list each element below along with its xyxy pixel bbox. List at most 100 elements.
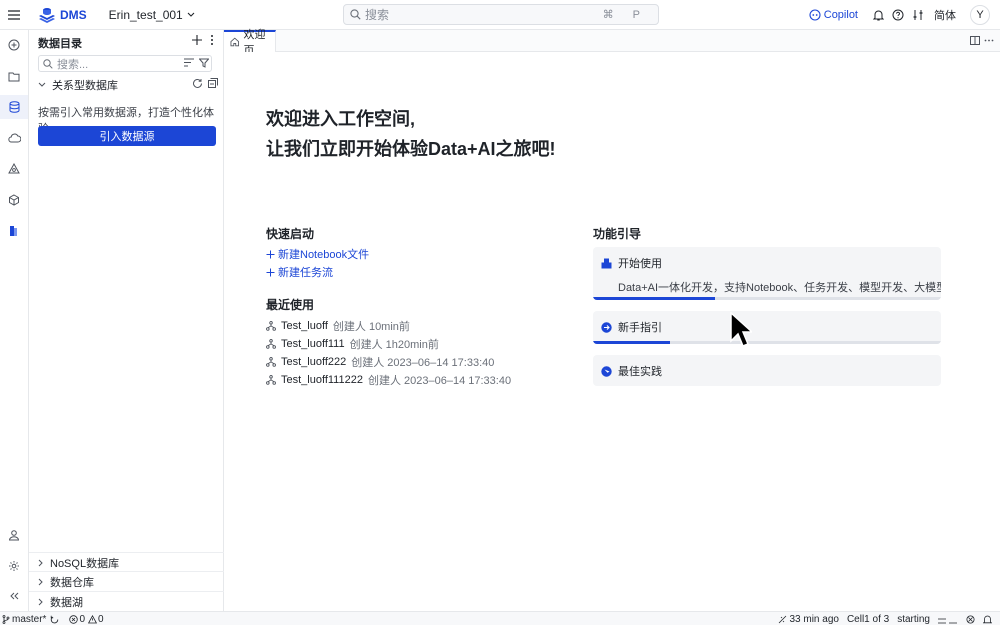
gear-icon[interactable] (0, 554, 28, 578)
welcome-line-1: 欢迎进入工作空间, (266, 109, 416, 129)
section-warehouse[interactable]: 数据仓库 (29, 571, 224, 591)
settings-sliders-icon[interactable] (908, 0, 928, 30)
folder-icon[interactable] (0, 64, 28, 88)
guide-card-header: 新手指引 (601, 319, 662, 335)
git-branch[interactable]: master* (2, 614, 46, 625)
layout-icon[interactable] (938, 615, 958, 624)
new-notebook-link[interactable]: 新建Notebook文件 (266, 246, 369, 262)
section-nosql[interactable]: NoSQL数据库 (29, 552, 224, 572)
filter-icon[interactable] (199, 58, 209, 68)
guide-title: 功能引导 (593, 227, 642, 241)
notifications-icon[interactable] (983, 615, 992, 624)
plus-icon (266, 268, 275, 276)
tree-item-relational[interactable]: 关系型数据库 (38, 77, 118, 93)
global-search-input[interactable]: 搜索 ⌘ P (343, 4, 659, 25)
workflow-icon (266, 375, 276, 385)
recent-name: Test_luoff222 (281, 356, 347, 368)
warning-count: 0 (98, 613, 104, 625)
sort-list-icon[interactable] (184, 58, 194, 67)
recent-item[interactable]: Test_luoff222 创建人 2023–06–14 17:33:40 (266, 354, 494, 370)
guide-card-title: 开始使用 (618, 258, 662, 270)
error-count: 0 (79, 613, 86, 625)
recent-title: 最近使用 (266, 298, 315, 312)
split-editor-icon[interactable] (970, 36, 980, 45)
section-label: 数据仓库 (50, 576, 94, 589)
copilot-icon (809, 9, 821, 21)
recent-item[interactable]: Test_luoff111222 创建人 2023–06–14 17:33:40 (266, 372, 511, 388)
recent-item[interactable]: Test_luoff 创建人 10min前 (266, 318, 410, 334)
menu-icon[interactable] (0, 0, 28, 30)
dms-logo-icon (39, 7, 55, 23)
recent-name: Test_luoff (281, 320, 328, 332)
guide-progress-bar (593, 297, 941, 300)
plus-icon (266, 250, 275, 258)
workflow-icon (266, 321, 276, 331)
search-shortcut: ⌘ P (602, 9, 648, 21)
guide-card-title: 新手指引 (618, 322, 662, 334)
activity-bar (0, 30, 29, 611)
warning-icon (88, 614, 98, 623)
guide-progress-fill (593, 297, 715, 300)
tab-welcome[interactable]: 欢迎页 (224, 29, 276, 57)
chevron-right-icon (38, 559, 43, 566)
commit-time-text: 33 min ago (789, 613, 839, 625)
kernel-state[interactable]: starting (897, 614, 930, 625)
guide-card-title: 最佳实践 (618, 366, 662, 378)
guide-card-best-practice[interactable]: 最佳实践 (593, 355, 941, 386)
home-icon (230, 37, 240, 47)
copilot-label: Copilot (823, 9, 858, 21)
collapse-sidebar-icon[interactable] (0, 584, 28, 608)
error-icon (69, 614, 79, 624)
cell-position[interactable]: Cell1 of 3 (847, 614, 889, 625)
workflow-icon (266, 357, 276, 367)
arrow-circle-right-icon (601, 321, 612, 333)
chevron-right-icon (38, 578, 43, 585)
chevron-down-icon (38, 82, 46, 87)
guide-card-desc: Data+AI一体化开发，支持Notebook、任务开发、模型开发、大模型应用开… (618, 282, 941, 294)
extensions-icon[interactable] (966, 615, 975, 624)
cube-icon[interactable] (0, 188, 28, 212)
user-avatar[interactable]: Y (970, 5, 990, 25)
bookmark-icon[interactable] (0, 219, 28, 243)
section-label: 数据湖 (50, 596, 83, 609)
catalog-search-placeholder: 搜索... (57, 58, 89, 71)
more-horizontal-icon[interactable] (984, 36, 994, 45)
sync-icon[interactable] (50, 615, 59, 624)
database-icon[interactable] (0, 95, 28, 119)
search-icon (350, 9, 361, 20)
add-icon[interactable] (190, 33, 204, 47)
data-catalog-panel: 数据目录 搜索... 关系型数据库 按需引入常用数据源，打造个性化体验。 引入数… (29, 30, 224, 611)
git-branch-icon (2, 614, 10, 624)
section-lake[interactable]: 数据湖 (29, 591, 224, 611)
search-icon (43, 58, 53, 69)
new-taskflow-link[interactable]: 新建任务流 (266, 264, 333, 280)
add-circle-icon[interactable] (0, 33, 28, 57)
more-vertical-icon[interactable] (207, 33, 217, 47)
problems-indicator[interactable]: 0 0 (69, 613, 104, 625)
recent-name: Test_luoff111 (281, 338, 345, 350)
cloud-icon[interactable] (0, 126, 28, 150)
guide-card-getting-started[interactable]: 开始使用 Data+AI一体化开发，支持Notebook、任务开发、模型开发、大… (593, 247, 941, 300)
brand-name: DMS (60, 7, 87, 22)
import-datasource-button[interactable]: 引入数据源 (38, 126, 216, 146)
workspace-selector[interactable]: Erin_test_001 (109, 8, 195, 22)
link-label: 新建任务流 (278, 267, 333, 279)
commit-time[interactable]: 33 min ago (778, 613, 839, 625)
search-placeholder: 搜索 (365, 8, 390, 22)
bell-icon[interactable] (868, 0, 888, 30)
recent-meta: 创建人 2023–06–14 17:33:40 (367, 375, 512, 387)
help-icon[interactable] (888, 0, 908, 30)
collapse-all-icon[interactable] (208, 78, 218, 88)
shapes-icon[interactable] (0, 157, 28, 181)
copilot-button[interactable]: Copilot (809, 9, 858, 21)
brand[interactable]: DMS (38, 6, 87, 24)
language-switch[interactable]: 简体 (934, 7, 956, 23)
compass-icon (601, 365, 612, 377)
guide-progress-fill (593, 341, 670, 344)
user-settings-icon[interactable] (0, 523, 28, 547)
refresh-icon[interactable] (192, 78, 203, 89)
recent-meta: 创建人 2023–06–14 17:33:40 (351, 357, 495, 369)
guide-card-beginner[interactable]: 新手指引 (593, 311, 941, 344)
recent-item[interactable]: Test_luoff111 创建人 1h20min前 (266, 336, 439, 352)
section-label: NoSQL数据库 (50, 557, 120, 570)
